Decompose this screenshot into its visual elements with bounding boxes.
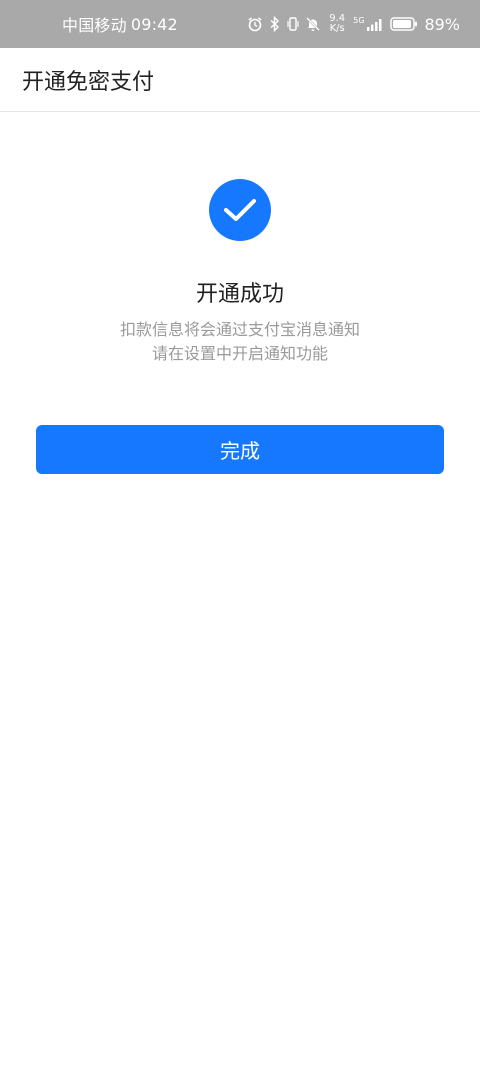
signal-icon (367, 19, 382, 31)
carrier-label: 中国移动 (62, 16, 127, 35)
done-button[interactable]: 完成 (36, 425, 444, 474)
network-speed-unit: K/s (329, 23, 345, 34)
status-left: 中国移动 09:42 (62, 12, 178, 36)
bluetooth-icon (269, 16, 281, 32)
status-bar: 中国移动 09:42 9.4 K/s 5G 89% (0, 0, 480, 48)
success-badge (209, 179, 271, 241)
success-description: 扣款信息将会通过支付宝消息通知 请在设置中开启通知功能 (0, 318, 480, 366)
network-type-label: 5G (353, 16, 365, 25)
page-title: 开通免密支付 (22, 69, 155, 95)
checkmark-icon (224, 199, 256, 221)
status-right: 9.4 K/s 5G 89% (247, 14, 460, 34)
signal-indicator: 5G (353, 17, 384, 31)
battery-icon (390, 17, 418, 31)
success-title: 开通成功 (195, 282, 284, 307)
alarm-icon (247, 16, 263, 32)
success-description-line-1: 扣款信息将会通过支付宝消息通知 (119, 320, 360, 339)
battery-percent: 89% (424, 14, 460, 34)
mute-bell-icon (305, 16, 321, 32)
network-speed: 9.4 K/s (329, 14, 345, 34)
clock-label: 09:42 (130, 14, 178, 34)
vibrate-icon (287, 16, 299, 32)
page-header: 开通免密支付 (0, 48, 480, 112)
success-description-line-2: 请在设置中开启通知功能 (151, 344, 328, 363)
